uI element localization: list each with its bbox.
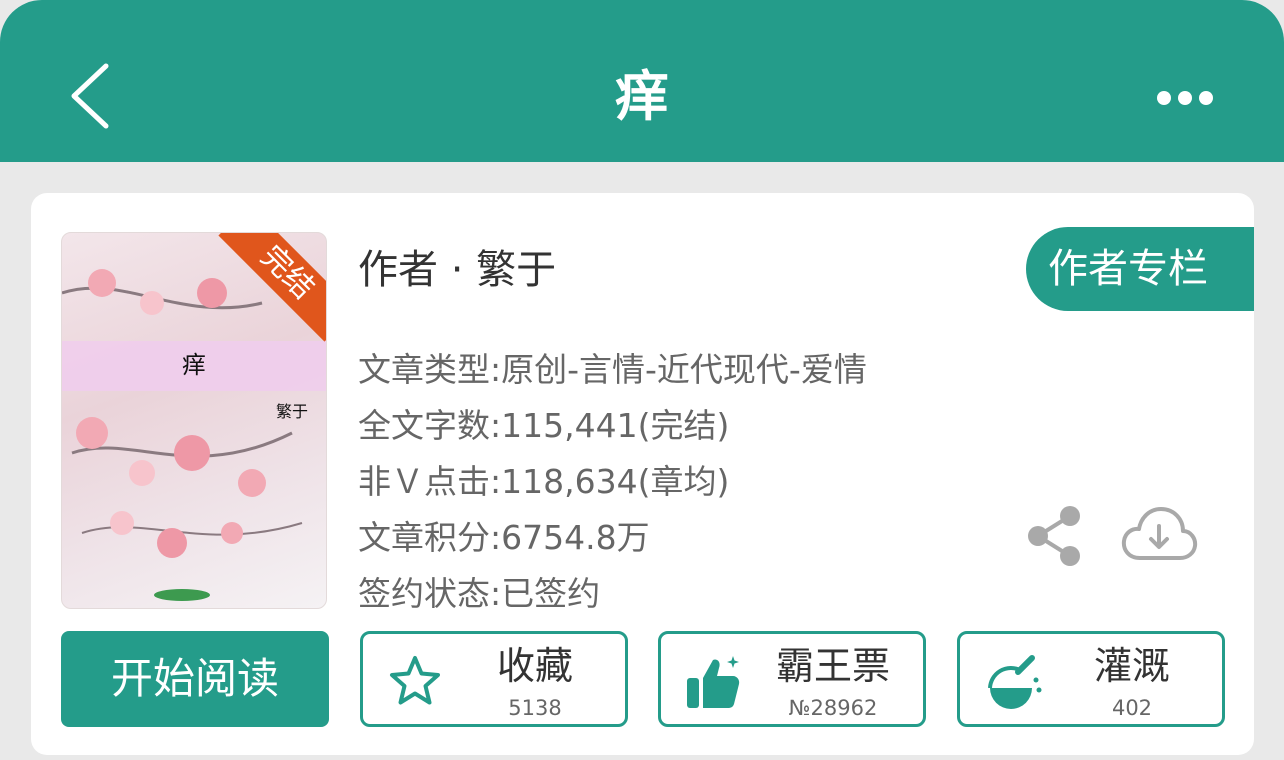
article-score: 文章积分:6754.8万 bbox=[358, 518, 650, 557]
star-icon bbox=[390, 656, 440, 705]
cloud-download-icon bbox=[1121, 507, 1198, 560]
ticket-count: №28962 bbox=[788, 696, 878, 720]
more-dots-icon bbox=[1157, 91, 1213, 105]
start-reading-button[interactable]: 开始阅读 bbox=[61, 631, 329, 727]
watering-flask-icon bbox=[988, 655, 1042, 709]
author-column-button[interactable]: 作者专栏 bbox=[1026, 227, 1254, 311]
favorite-button[interactable]: 收藏 5138 bbox=[360, 631, 628, 727]
download-button[interactable] bbox=[1120, 504, 1198, 564]
cover-author: 繁于 bbox=[276, 402, 309, 421]
article-type: 文章类型:原创-言情-近代现代-爱情 bbox=[358, 350, 867, 389]
water-label: 灌溉 bbox=[1093, 644, 1170, 688]
water-count: 402 bbox=[1111, 696, 1153, 720]
more-button[interactable] bbox=[1152, 80, 1216, 116]
back-button[interactable] bbox=[62, 62, 118, 130]
sign-status: 签约状态:已签约 bbox=[358, 574, 601, 613]
book-cover[interactable]: 痒 繁于 完结 bbox=[61, 232, 327, 609]
favorite-label: 收藏 bbox=[496, 644, 573, 688]
share-icon bbox=[1028, 506, 1080, 566]
water-button[interactable]: 灌溉 402 bbox=[957, 631, 1225, 727]
top-bar: 痒 bbox=[0, 0, 1284, 162]
book-stats: 文章类型:原创-言情-近代现代-爱情 全文字数:115,441(完结) 非Ｖ点击… bbox=[358, 342, 867, 622]
thumbs-up-icon bbox=[687, 656, 740, 708]
chevron-left-icon bbox=[71, 63, 109, 129]
page-title: 痒 bbox=[615, 65, 669, 128]
bawang-ticket-button[interactable]: 霸王票 №28962 bbox=[658, 631, 926, 727]
author-name[interactable]: 作者 · 繁于 bbox=[358, 243, 556, 297]
click-count: 非Ｖ点击:118,634(章均) bbox=[358, 462, 730, 501]
share-button[interactable] bbox=[1024, 504, 1084, 568]
word-count: 全文字数:115,441(完结) bbox=[358, 406, 730, 445]
ticket-label: 霸王票 bbox=[775, 644, 890, 688]
cover-title: 痒 bbox=[182, 351, 206, 379]
favorite-count: 5138 bbox=[508, 696, 562, 720]
